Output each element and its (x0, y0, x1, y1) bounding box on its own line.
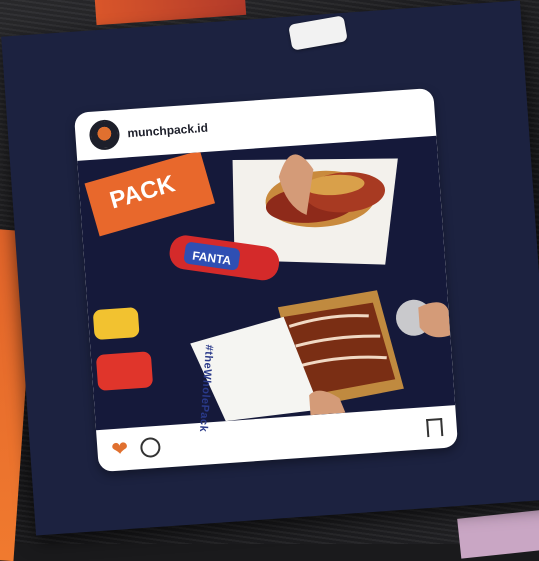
avatar (88, 118, 121, 151)
instagram-post-card: munchpack.id PACK FANTA ❤ (73, 87, 459, 473)
food-photo-illustration: PACK FANTA (84, 150, 451, 422)
post-photo: PACK FANTA (77, 135, 456, 431)
orange-pack-box: PACK (84, 150, 216, 237)
bookmark-icon[interactable] (426, 418, 444, 438)
post-username: munchpack.id (126, 120, 209, 141)
pink-backdrop-corner (457, 509, 539, 559)
heart-icon[interactable]: ❤ (111, 438, 129, 461)
mustard-bottle (93, 307, 140, 340)
ketchup-bottle (96, 351, 153, 391)
comment-icon[interactable] (139, 436, 161, 459)
